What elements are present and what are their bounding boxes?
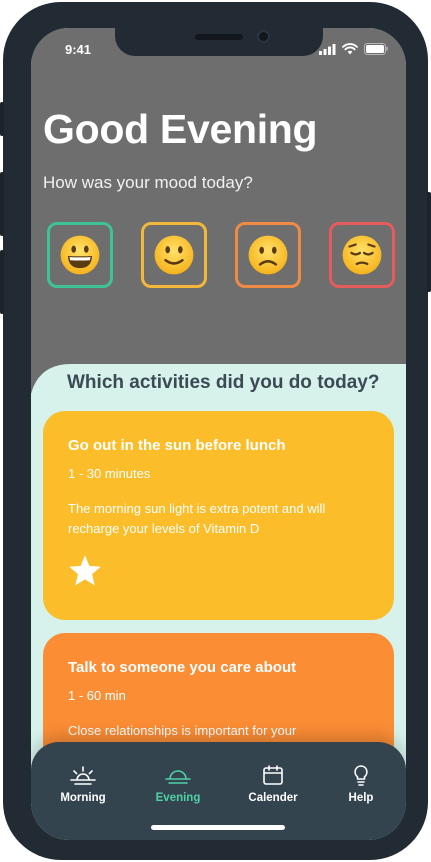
lightbulb-icon xyxy=(354,765,368,786)
sunrise-icon xyxy=(70,766,96,785)
volume-up-button xyxy=(0,172,4,236)
sunset-icon xyxy=(165,770,191,784)
tab-label: Calender xyxy=(248,792,298,804)
mood-question: How was your mood today? xyxy=(43,173,253,192)
tab-label: Help xyxy=(348,792,374,804)
mood-very-sad-button[interactable] xyxy=(329,222,395,288)
activity-duration: 1 - 30 minutes xyxy=(68,466,151,481)
mood-very-happy-button[interactable] xyxy=(47,222,113,288)
frowning-face-icon xyxy=(248,235,288,275)
power-button xyxy=(427,192,431,292)
tab-label: Evening xyxy=(155,792,201,804)
front-camera xyxy=(257,30,270,43)
tab-label: Morning xyxy=(60,792,106,804)
status-icons xyxy=(319,43,388,55)
device-notch xyxy=(115,28,323,56)
activities-title: Which activities did you do today? xyxy=(67,372,380,393)
tab-bar: Morning Evening Calender Help xyxy=(31,742,406,840)
grinning-face-icon xyxy=(60,235,100,275)
status-time: 9:41 xyxy=(65,42,92,57)
battery-icon xyxy=(364,43,388,55)
signal-icon xyxy=(319,43,336,55)
tab-help[interactable]: Help xyxy=(323,764,399,804)
home-indicator[interactable] xyxy=(151,825,285,830)
pensive-face-icon xyxy=(342,235,382,275)
header-panel xyxy=(31,28,406,364)
activity-description: The morning sun light is extra potent an… xyxy=(68,501,326,536)
app-screen: 9:41 Good Evening How was your mood toda… xyxy=(31,28,406,840)
tab-calender[interactable]: Calender xyxy=(235,764,311,804)
mute-switch xyxy=(0,102,4,136)
activity-title: Go out in the sun before lunch xyxy=(68,437,286,454)
activity-card-sun[interactable]: Go out in the sun before lunch 1 - 30 mi… xyxy=(43,411,394,620)
activity-title: Talk to someone you care about xyxy=(68,659,297,676)
tab-morning[interactable]: Morning xyxy=(45,764,121,804)
tab-evening[interactable]: Evening xyxy=(140,764,216,804)
wifi-icon xyxy=(342,43,358,55)
calendar-icon xyxy=(263,765,283,785)
mood-sad-button[interactable] xyxy=(235,222,301,288)
volume-down-button xyxy=(0,250,4,314)
star-icon[interactable] xyxy=(67,553,103,589)
greeting-title: Good Evening xyxy=(43,106,318,152)
phone-frame: 9:41 Good Evening How was your mood toda… xyxy=(0,2,431,860)
speaker-grille xyxy=(195,34,243,40)
activity-duration: 1 - 60 min xyxy=(68,688,126,703)
slightly-smiling-face-icon xyxy=(154,235,194,275)
mood-happy-button[interactable] xyxy=(141,222,207,288)
